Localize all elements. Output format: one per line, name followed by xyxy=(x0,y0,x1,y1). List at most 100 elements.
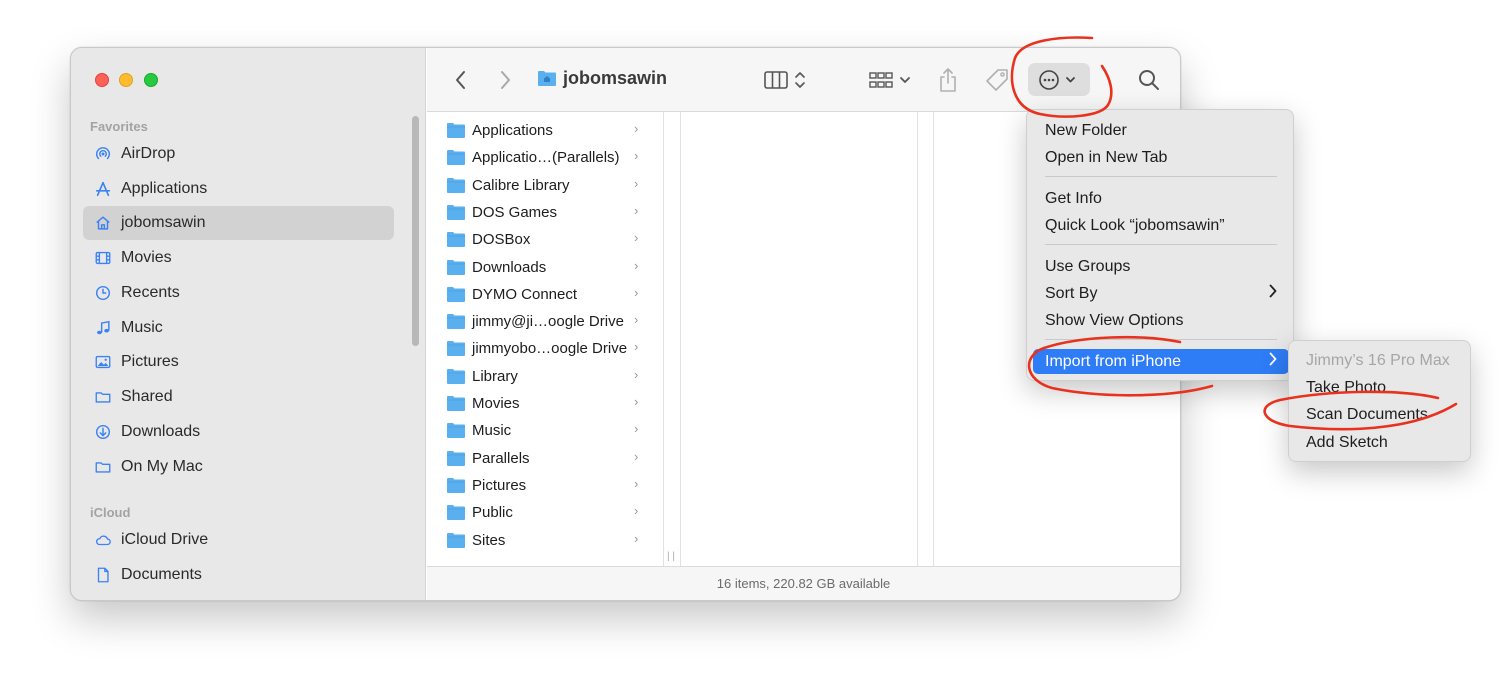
sidebar-item-jobomsawin[interactable]: jobomsawin xyxy=(83,206,394,240)
document-icon xyxy=(93,565,113,585)
music-note-icon xyxy=(93,318,113,338)
menu-separator xyxy=(1045,244,1277,245)
chevron-right-icon: › xyxy=(634,175,639,191)
chevron-right-icon: › xyxy=(634,475,639,491)
folder-row[interactable]: Downloads › xyxy=(427,254,663,281)
folder-icon xyxy=(446,286,466,303)
sidebar-item-label: AirDrop xyxy=(121,145,176,162)
chevron-right-icon: › xyxy=(634,284,639,300)
menu-item-show-view-options[interactable]: Show View Options xyxy=(1033,308,1289,333)
back-button[interactable] xyxy=(449,66,473,94)
column-divider xyxy=(680,112,681,567)
search-button[interactable] xyxy=(1134,66,1164,94)
folder-row[interactable]: Calibre Library › xyxy=(427,172,663,199)
group-by-button[interactable] xyxy=(866,66,916,94)
folder-row[interactable]: DOS Games › xyxy=(427,199,663,226)
home-icon xyxy=(93,213,113,233)
applications-icon xyxy=(93,179,113,199)
cloud-icon xyxy=(93,530,113,550)
folder-name: Library xyxy=(472,367,518,385)
column-home: Applications › Applicatio…(Parallels) › Cali… xyxy=(427,112,663,567)
status-bar: 16 items, 220.82 GB available xyxy=(427,566,1180,600)
chevron-right-icon: › xyxy=(634,202,639,218)
chevron-right-icon: › xyxy=(634,148,639,164)
folder-name: Movies xyxy=(472,395,520,412)
chevron-left-icon xyxy=(456,71,465,89)
folder-row[interactable]: Applications › xyxy=(427,117,663,144)
airdrop-icon xyxy=(93,144,113,164)
forward-button[interactable] xyxy=(493,66,517,94)
zoom-window-button[interactable] xyxy=(144,73,158,87)
sidebar-item-applications[interactable]: Applications xyxy=(83,172,394,206)
close-window-button[interactable] xyxy=(95,73,109,87)
folder-row[interactable]: jimmyobo…oogle Drive › xyxy=(427,335,663,362)
column-divider[interactable] xyxy=(663,112,664,567)
sidebar-item-music[interactable]: Music xyxy=(83,311,394,345)
tags-button[interactable] xyxy=(982,66,1012,94)
menu-item-import-from-iphone[interactable]: Import from iPhone xyxy=(1033,349,1289,374)
menu-item-sort-by[interactable]: Sort By xyxy=(1033,281,1289,306)
folder-name: Applicatio…(Parallels) xyxy=(472,149,620,167)
sidebar-item-label: Applications xyxy=(121,180,208,197)
folder-row[interactable]: Movies › xyxy=(427,390,663,417)
folder-row[interactable]: Applicatio…(Parallels) › xyxy=(427,144,663,171)
chevron-right-icon xyxy=(1269,352,1277,369)
folder-icon xyxy=(446,313,466,330)
search-icon xyxy=(1139,70,1159,90)
submenu-item-take-photo[interactable]: Take Photo xyxy=(1306,379,1386,397)
folder-row[interactable]: Sites › xyxy=(427,527,663,554)
share-button[interactable] xyxy=(935,66,961,94)
sidebar-item-downloads[interactable]: Downloads xyxy=(83,415,394,449)
sidebar-item-documents[interactable]: Documents xyxy=(83,558,394,592)
folder-row[interactable]: Pictures › xyxy=(427,472,663,499)
column-resize-grip-icon[interactable]: | | xyxy=(667,551,675,562)
sidebar-item-pictures[interactable]: Pictures xyxy=(83,345,394,379)
view-mode-button[interactable] xyxy=(761,66,811,94)
sidebar-item-movies[interactable]: Movies xyxy=(83,241,394,275)
chevron-right-icon: › xyxy=(634,394,639,409)
menu-item-get-info[interactable]: Get Info xyxy=(1033,186,1289,211)
submenu-item-scan-documents[interactable]: Scan Documents xyxy=(1306,406,1428,424)
folder-row[interactable]: Music › xyxy=(427,417,663,444)
folder-name: Public xyxy=(472,504,513,522)
sidebar-scrollbar[interactable] xyxy=(412,116,419,346)
sidebar-item-label: Downloads xyxy=(121,423,201,440)
tag-icon xyxy=(986,69,1008,91)
sidebar: Favorites AirDrop Applications jobomsawi… xyxy=(71,48,426,600)
folder-row[interactable]: Library › xyxy=(427,363,663,390)
menu-item-new-folder[interactable]: New Folder xyxy=(1033,118,1289,143)
more-actions-button[interactable] xyxy=(1028,63,1090,96)
chevron-right-icon: › xyxy=(634,448,639,464)
folder-icon xyxy=(446,122,466,139)
clock-icon xyxy=(93,283,113,303)
icloud-section-label: iCloud xyxy=(90,505,131,520)
chevron-right-icon xyxy=(501,71,510,89)
folder-row[interactable]: Public › xyxy=(427,499,663,526)
folder-row[interactable]: Parallels › xyxy=(427,445,663,472)
toolbar: jobomsawin xyxy=(427,48,1180,112)
chevron-right-icon: › xyxy=(634,503,639,519)
menu-item-quick-look[interactable]: Quick Look “jobomsawin” xyxy=(1033,213,1289,238)
folder-row[interactable]: DOSBox › xyxy=(427,226,663,253)
menu-item-use-groups[interactable]: Use Groups xyxy=(1033,254,1289,279)
folder-name: Applications xyxy=(472,122,553,139)
sidebar-item-shared[interactable]: Shared xyxy=(83,380,394,414)
sidebar-item-on-my-mac[interactable]: On My Mac xyxy=(83,450,394,484)
sidebar-item-icloud-drive[interactable]: iCloud Drive xyxy=(83,523,394,557)
column-divider xyxy=(933,112,934,567)
folder-icon xyxy=(446,477,466,494)
sidebar-item-airdrop[interactable]: AirDrop xyxy=(83,137,394,171)
folder-icon xyxy=(446,149,466,166)
sidebar-item-recents[interactable]: Recents xyxy=(83,276,394,310)
chevron-right-icon: › xyxy=(634,421,639,437)
sidebar-item-label: iCloud Drive xyxy=(121,531,209,548)
folder-row[interactable]: DYMO Connect › xyxy=(427,281,663,308)
minimize-window-button[interactable] xyxy=(119,73,133,87)
submenu-item-add-sketch[interactable]: Add Sketch xyxy=(1306,434,1388,452)
folder-row[interactable]: jimmy@ji…oogle Drive › xyxy=(427,308,663,335)
menu-item-open-in-new-tab[interactable]: Open in New Tab xyxy=(1033,145,1289,170)
folder-icon xyxy=(446,259,466,276)
folder-name: Downloads xyxy=(472,258,547,276)
menu-item-label: Sort By xyxy=(1045,284,1098,302)
folder-icon xyxy=(446,532,466,549)
